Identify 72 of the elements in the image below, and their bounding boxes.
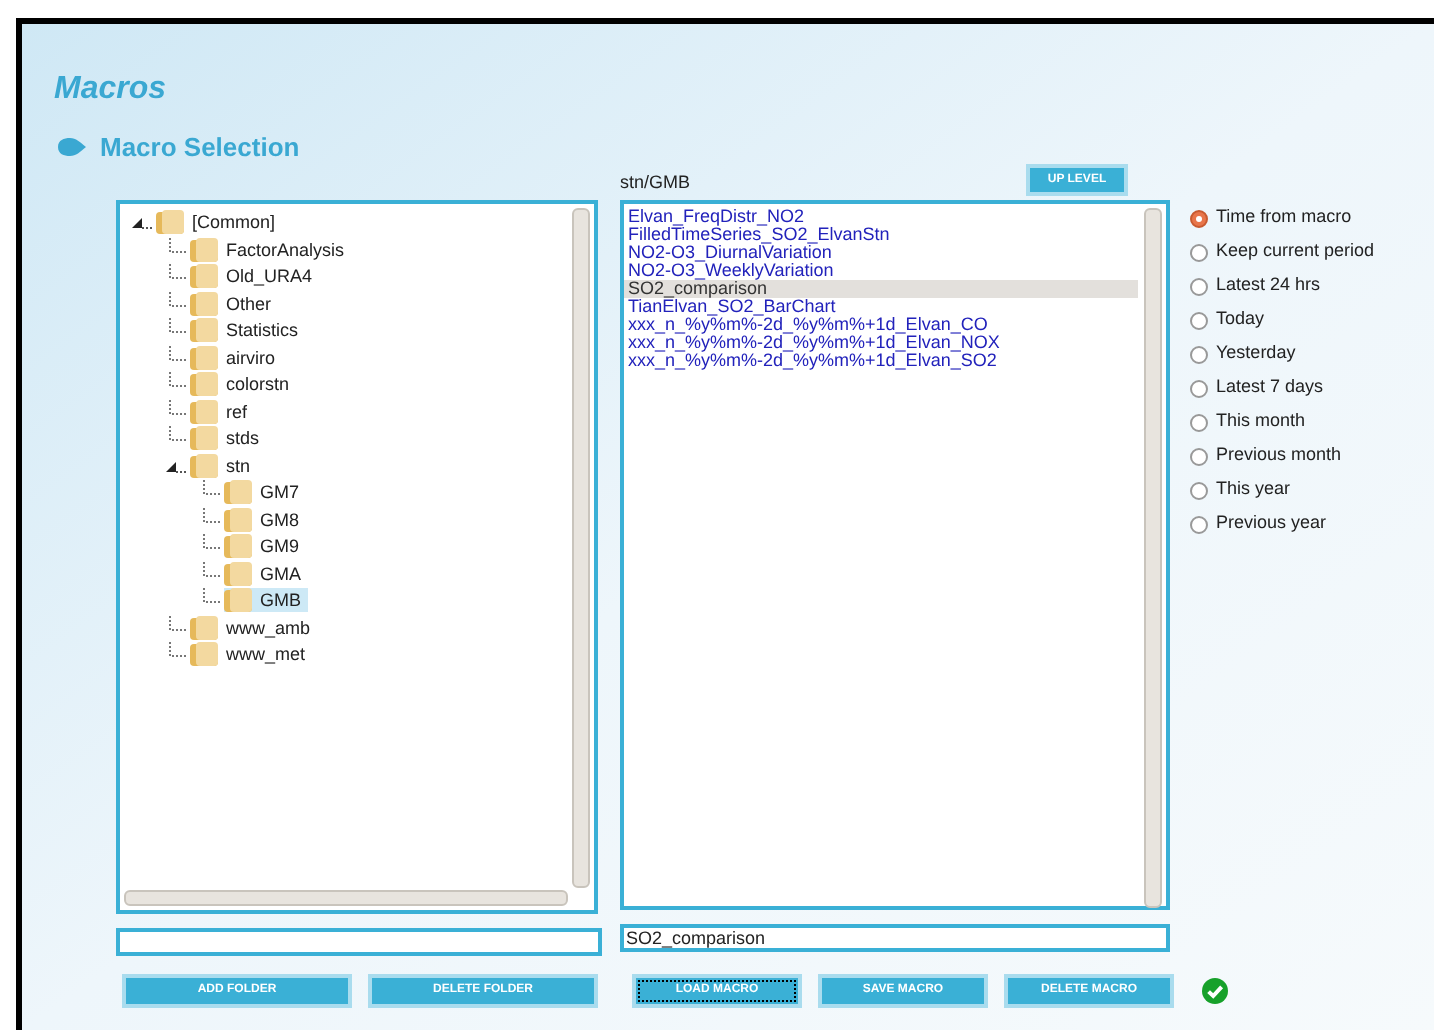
folder-icon bbox=[190, 399, 218, 424]
radio-button[interactable] bbox=[1190, 277, 1208, 295]
bullet-icon bbox=[58, 138, 86, 157]
radio-label: This year bbox=[1216, 476, 1291, 503]
section-title: Macro Selection bbox=[100, 130, 300, 166]
tree-item[interactable]: [Common] bbox=[156, 210, 282, 235]
macro-list-item[interactable]: NO2-O3_DiurnalVariation bbox=[624, 243, 1138, 261]
tree-item[interactable]: GMA bbox=[224, 561, 308, 586]
macro-list-item[interactable]: SO2_comparison bbox=[624, 279, 1138, 297]
macro-list-item[interactable]: Elvan_FreqDistr_NO2 bbox=[624, 207, 1138, 225]
current-path: stn/GMB bbox=[620, 169, 691, 196]
page-title: Macros bbox=[54, 70, 167, 110]
radio-label: Today bbox=[1216, 306, 1265, 333]
radio-label: Latest 7 days bbox=[1216, 374, 1324, 401]
radio-button[interactable] bbox=[1190, 209, 1208, 227]
folder-icon bbox=[224, 507, 252, 532]
tree-item[interactable]: GM7 bbox=[224, 480, 306, 505]
radio-label: Previous year bbox=[1216, 510, 1327, 537]
folder-icon bbox=[190, 453, 218, 478]
tree-item[interactable]: GM8 bbox=[224, 507, 306, 532]
macro-list-item[interactable]: FilledTimeSeries_SO2_ElvanStn bbox=[624, 225, 1138, 243]
radio-label: Keep current period bbox=[1216, 238, 1375, 265]
tree-item[interactable]: stn bbox=[190, 453, 257, 478]
folder-name-field[interactable] bbox=[116, 927, 602, 955]
radio-button[interactable] bbox=[1190, 243, 1208, 261]
macro-list-item[interactable]: xxx_n_%y%m%-2d_%y%m%+1d_Elvan_CO bbox=[624, 315, 1138, 333]
tree-item[interactable]: airviro bbox=[190, 345, 282, 370]
folder-icon bbox=[190, 642, 218, 667]
folder-icon bbox=[224, 561, 252, 586]
folder-icon bbox=[190, 318, 218, 343]
radio-button[interactable] bbox=[1190, 515, 1208, 533]
tree-item[interactable]: FactorAnalysis bbox=[190, 237, 351, 262]
macro-list-item[interactable]: NO2-O3_WeeklyVariation bbox=[624, 261, 1138, 279]
folder-icon bbox=[224, 588, 252, 613]
macro-list-item[interactable]: TianElvan_SO2_BarChart bbox=[624, 297, 1138, 315]
radio-button[interactable] bbox=[1190, 345, 1208, 363]
vertical-scrollbar[interactable] bbox=[572, 207, 590, 887]
tree-item[interactable]: colorstn bbox=[190, 372, 296, 397]
folder-icon bbox=[190, 372, 218, 397]
folder-icon bbox=[190, 264, 218, 289]
radio-label: Latest 24 hrs bbox=[1216, 272, 1321, 299]
radio-button[interactable] bbox=[1190, 447, 1208, 465]
folder-icon bbox=[190, 237, 218, 262]
radio-button[interactable] bbox=[1190, 379, 1208, 397]
radio-button[interactable] bbox=[1190, 413, 1208, 431]
folder-icon bbox=[156, 210, 184, 235]
vertical-scrollbar[interactable] bbox=[1144, 207, 1162, 907]
tree-item[interactable]: ref bbox=[190, 399, 254, 424]
radio-label: Time from macro bbox=[1216, 204, 1352, 231]
tree-item[interactable]: GMB bbox=[224, 588, 308, 613]
horizontal-scrollbar[interactable] bbox=[124, 889, 568, 905]
radio-label: Previous month bbox=[1216, 442, 1342, 469]
folder-icon bbox=[224, 480, 252, 505]
tree-item[interactable]: www_amb bbox=[190, 615, 317, 640]
tree-item[interactable]: www_met bbox=[190, 642, 312, 667]
folder-icon bbox=[190, 345, 218, 370]
tree-item[interactable]: Statistics bbox=[190, 318, 305, 343]
tree-item[interactable]: Old_URA4 bbox=[190, 264, 319, 289]
folder-icon bbox=[224, 534, 252, 559]
radio-label: This month bbox=[1216, 408, 1306, 435]
tree-item[interactable]: GM9 bbox=[224, 534, 306, 559]
radio-label: Yesterday bbox=[1216, 340, 1296, 367]
tree-item[interactable]: stds bbox=[190, 426, 266, 451]
macro-list-item[interactable]: xxx_n_%y%m%-2d_%y%m%+1d_Elvan_NOX bbox=[624, 333, 1138, 351]
tree-item[interactable]: Other bbox=[190, 291, 278, 316]
macro-list-item[interactable]: xxx_n_%y%m%-2d_%y%m%+1d_Elvan_SO2 bbox=[624, 351, 1138, 369]
radio-button[interactable] bbox=[1190, 481, 1208, 499]
folder-icon bbox=[190, 291, 218, 316]
macro-name-field[interactable]: SO2_comparison bbox=[620, 923, 1170, 951]
folder-icon bbox=[190, 615, 218, 640]
radio-button[interactable] bbox=[1190, 311, 1208, 329]
folder-icon bbox=[190, 426, 218, 451]
